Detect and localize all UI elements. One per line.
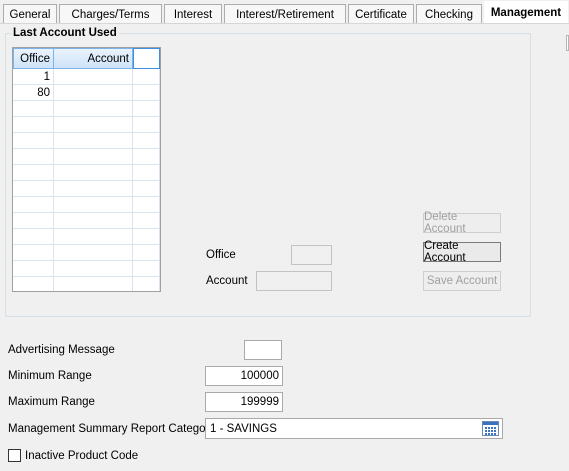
- table-row[interactable]: [13, 277, 160, 291]
- table-row[interactable]: 1: [13, 69, 160, 85]
- inactive-product-code-checkbox[interactable]: [8, 449, 21, 462]
- account-cell[interactable]: [53, 277, 133, 291]
- tab-management[interactable]: Management: [484, 1, 568, 24]
- office-cell[interactable]: [13, 165, 54, 181]
- office-cell[interactable]: [13, 101, 54, 117]
- account-label: Account: [206, 275, 248, 287]
- inactive-product-code-label: Inactive Product Code: [25, 450, 139, 462]
- tab-interest-retirement[interactable]: Interest/Retirement: [224, 4, 346, 24]
- table-row[interactable]: [13, 181, 160, 197]
- office-cell[interactable]: 80: [13, 85, 54, 101]
- maximum-range-field[interactable]: 199999: [205, 392, 283, 412]
- extra-cell[interactable]: [133, 213, 160, 229]
- table-row[interactable]: [13, 229, 160, 245]
- tab-baseline: [0, 23, 569, 24]
- calendar-grid-icon[interactable]: [482, 421, 499, 436]
- extra-cell[interactable]: [133, 261, 160, 277]
- extra-cell[interactable]: [133, 277, 160, 291]
- extra-cell[interactable]: [133, 149, 160, 165]
- table-row[interactable]: [13, 197, 160, 213]
- office-cell[interactable]: [13, 133, 54, 149]
- office-cell[interactable]: [13, 213, 54, 229]
- table-row[interactable]: [13, 149, 160, 165]
- last-account-group-title: Last Account Used: [11, 27, 119, 39]
- tab-strip: General Charges/Terms Interest Interest/…: [0, 0, 569, 24]
- table-row[interactable]: [13, 133, 160, 149]
- create-account-button[interactable]: Create Account: [423, 240, 501, 264]
- tab-general[interactable]: General: [3, 4, 57, 24]
- account-cell[interactable]: [53, 261, 133, 277]
- table-row[interactable]: [13, 101, 160, 117]
- grid-header: Office Account: [13, 48, 160, 69]
- extra-cell[interactable]: [133, 229, 160, 245]
- column-header-office[interactable]: Office: [13, 48, 54, 69]
- account-field[interactable]: [256, 271, 332, 291]
- account-cell[interactable]: [53, 117, 133, 133]
- office-cell[interactable]: 1: [13, 69, 54, 85]
- last-account-grid[interactable]: Office Account 1 80: [12, 47, 161, 292]
- extra-cell[interactable]: [133, 101, 160, 117]
- account-cell[interactable]: [53, 245, 133, 261]
- tab-charges-terms[interactable]: Charges/Terms: [59, 4, 162, 24]
- account-cell[interactable]: [53, 149, 133, 165]
- account-cell[interactable]: [53, 229, 133, 245]
- office-cell[interactable]: [13, 277, 54, 291]
- extra-cell[interactable]: [133, 85, 160, 101]
- extra-cell[interactable]: [133, 245, 160, 261]
- office-cell[interactable]: [13, 181, 54, 197]
- office-cell[interactable]: [13, 117, 54, 133]
- office-cell[interactable]: [13, 197, 54, 213]
- table-row[interactable]: 80: [13, 85, 160, 101]
- account-cell[interactable]: [53, 197, 133, 213]
- extra-cell[interactable]: [133, 181, 160, 197]
- office-label: Office: [206, 249, 236, 261]
- table-row[interactable]: [13, 261, 160, 277]
- table-row[interactable]: [13, 117, 160, 133]
- column-header-account[interactable]: Account: [53, 48, 133, 69]
- office-cell[interactable]: [13, 261, 54, 277]
- report-category-value: 1 - SAVINGS: [210, 422, 277, 435]
- save-account-button[interactable]: Save Account: [423, 271, 501, 291]
- office-cell[interactable]: [13, 149, 54, 165]
- account-cell[interactable]: [53, 181, 133, 197]
- advertising-message-field[interactable]: [244, 340, 282, 360]
- tab-interest[interactable]: Interest: [164, 4, 222, 24]
- office-field[interactable]: [291, 245, 332, 265]
- extra-cell[interactable]: [133, 69, 160, 85]
- table-row[interactable]: [13, 213, 160, 229]
- report-category-label: Management Summary Report Category: [8, 423, 216, 435]
- advertising-message-label: Advertising Message: [8, 344, 115, 356]
- table-row[interactable]: [13, 165, 160, 181]
- account-cell[interactable]: [53, 213, 133, 229]
- column-header-extra[interactable]: [133, 48, 160, 69]
- tab-checking[interactable]: Checking: [416, 4, 482, 24]
- extra-cell[interactable]: [133, 133, 160, 149]
- account-cell[interactable]: [53, 69, 133, 85]
- account-cell[interactable]: [53, 133, 133, 149]
- account-cell[interactable]: [53, 85, 133, 101]
- office-cell[interactable]: [13, 245, 54, 261]
- office-cell[interactable]: [13, 229, 54, 245]
- extra-cell[interactable]: [133, 197, 160, 213]
- account-cell[interactable]: [53, 101, 133, 117]
- minimum-range-label: Minimum Range: [8, 370, 92, 382]
- minimum-range-field[interactable]: 100000: [205, 366, 283, 386]
- account-cell[interactable]: [53, 165, 133, 181]
- report-category-select[interactable]: 1 - SAVINGS: [205, 418, 503, 439]
- table-row[interactable]: [13, 245, 160, 261]
- extra-cell[interactable]: [133, 117, 160, 133]
- tab-certificate[interactable]: Certificate: [348, 4, 414, 24]
- extra-cell[interactable]: [133, 165, 160, 181]
- delete-account-button[interactable]: Delete Account: [423, 211, 501, 235]
- maximum-range-label: Maximum Range: [8, 396, 95, 408]
